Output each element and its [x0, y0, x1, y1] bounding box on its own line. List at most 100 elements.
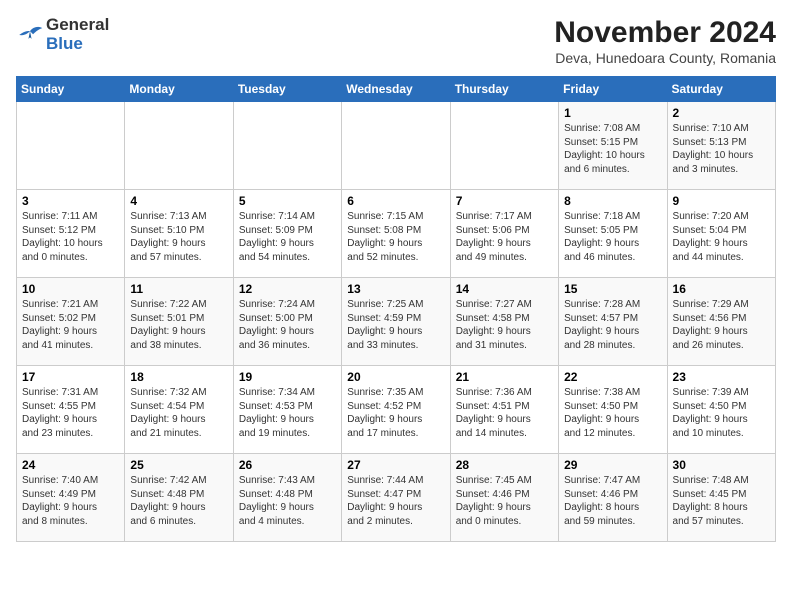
- calendar-cell: 7 Sunrise: 7:17 AM Sunset: 5:06 PM Daylig…: [450, 190, 558, 278]
- calendar-cell: 3 Sunrise: 7:11 AM Sunset: 5:12 PM Daylig…: [17, 190, 125, 278]
- month-title: November 2024: [554, 16, 776, 50]
- header-sunday: Sunday: [17, 77, 125, 102]
- day-number: 22: [564, 370, 661, 384]
- calendar-cell: 30 Sunrise: 7:48 AM Sunset: 4:45 PM Dayli…: [667, 454, 775, 542]
- day-info: Sunrise: 7:13 AM Sunset: 5:10 PM Dayligh…: [130, 210, 227, 264]
- calendar-cell: 17Sunrise: 7:31 AM Sunset: 4:55 PM Dayli…: [17, 366, 125, 454]
- calendar-cell: [342, 102, 450, 190]
- day-info: Sunrise: 7:11 AM Sunset: 5:12 PM Dayligh…: [22, 210, 119, 264]
- day-info: Sunrise: 7:21 AM Sunset: 5:02 PM Dayligh…: [22, 298, 119, 352]
- day-info: Sunrise: 7:35 AM Sunset: 4:52 PM Dayligh…: [347, 386, 444, 440]
- day-number: 18: [130, 370, 227, 384]
- calendar-cell: 19 Sunrise: 7:34 AM Sunset: 4:53 PM Dayli…: [233, 366, 341, 454]
- logo-general: General: [46, 16, 109, 35]
- calendar-cell: 13 Sunrise: 7:25 AM Sunset: 4:59 PM Dayli…: [342, 278, 450, 366]
- day-info: Sunrise: 7:25 AM Sunset: 4:59 PM Dayligh…: [347, 298, 444, 352]
- day-number: 12: [239, 282, 336, 296]
- day-number: 10: [22, 282, 119, 296]
- day-info: Sunrise: 7:32 AM Sunset: 4:54 PM Dayligh…: [130, 386, 227, 440]
- day-number: 8: [564, 194, 661, 208]
- calendar-cell: [17, 102, 125, 190]
- day-number: 13: [347, 282, 444, 296]
- calendar-cell: 23 Sunrise: 7:39 AM Sunset: 4:50 PM Dayli…: [667, 366, 775, 454]
- day-info: Sunrise: 7:29 AM Sunset: 4:56 PM Dayligh…: [673, 298, 770, 352]
- day-number: 23: [673, 370, 770, 384]
- day-number: 11: [130, 282, 227, 296]
- calendar-cell: 11Sunrise: 7:22 AM Sunset: 5:01 PM Dayli…: [125, 278, 233, 366]
- day-info: Sunrise: 7:27 AM Sunset: 4:58 PM Dayligh…: [456, 298, 553, 352]
- day-number: 9: [673, 194, 770, 208]
- calendar-cell: 12 Sunrise: 7:24 AM Sunset: 5:00 PM Dayli…: [233, 278, 341, 366]
- logo: General Blue: [16, 16, 109, 53]
- calendar-cell: 8 Sunrise: 7:18 AM Sunset: 5:05 PM Daylig…: [559, 190, 667, 278]
- day-info: Sunrise: 7:24 AM Sunset: 5:00 PM Dayligh…: [239, 298, 336, 352]
- day-info: Sunrise: 7:45 AM Sunset: 4:46 PM Dayligh…: [456, 474, 553, 528]
- calendar-cell: 26 Sunrise: 7:43 AM Sunset: 4:48 PM Dayli…: [233, 454, 341, 542]
- day-number: 30: [673, 458, 770, 472]
- day-info: Sunrise: 7:44 AM Sunset: 4:47 PM Dayligh…: [347, 474, 444, 528]
- day-number: 25: [130, 458, 227, 472]
- day-number: 26: [239, 458, 336, 472]
- day-info: Sunrise: 7:08 AM Sunset: 5:15 PM Dayligh…: [564, 122, 661, 176]
- day-info: Sunrise: 7:17 AM Sunset: 5:06 PM Dayligh…: [456, 210, 553, 264]
- day-number: 2: [673, 106, 770, 120]
- day-info: Sunrise: 7:48 AM Sunset: 4:45 PM Dayligh…: [673, 474, 770, 528]
- day-number: 28: [456, 458, 553, 472]
- day-info: Sunrise: 7:20 AM Sunset: 5:04 PM Dayligh…: [673, 210, 770, 264]
- day-info: Sunrise: 7:39 AM Sunset: 4:50 PM Dayligh…: [673, 386, 770, 440]
- calendar-cell: [450, 102, 558, 190]
- calendar-cell: 16 Sunrise: 7:29 AM Sunset: 4:56 PM Dayli…: [667, 278, 775, 366]
- day-info: Sunrise: 7:15 AM Sunset: 5:08 PM Dayligh…: [347, 210, 444, 264]
- day-info: Sunrise: 7:28 AM Sunset: 4:57 PM Dayligh…: [564, 298, 661, 352]
- day-number: 3: [22, 194, 119, 208]
- day-info: Sunrise: 7:38 AM Sunset: 4:50 PM Dayligh…: [564, 386, 661, 440]
- calendar-cell: 18 Sunrise: 7:32 AM Sunset: 4:54 PM Dayli…: [125, 366, 233, 454]
- header-wednesday: Wednesday: [342, 77, 450, 102]
- day-number: 21: [456, 370, 553, 384]
- day-number: 29: [564, 458, 661, 472]
- header: General Blue November 2024 Deva, Hunedoa…: [16, 16, 776, 66]
- day-info: Sunrise: 7:36 AM Sunset: 4:51 PM Dayligh…: [456, 386, 553, 440]
- calendar-week-5: 24 Sunrise: 7:40 AM Sunset: 4:49 PM Dayli…: [17, 454, 776, 542]
- calendar-cell: 15 Sunrise: 7:28 AM Sunset: 4:57 PM Dayli…: [559, 278, 667, 366]
- calendar-week-1: 1Sunrise: 7:08 AM Sunset: 5:15 PM Daylig…: [17, 102, 776, 190]
- day-info: Sunrise: 7:47 AM Sunset: 4:46 PM Dayligh…: [564, 474, 661, 528]
- day-number: 6: [347, 194, 444, 208]
- calendar-cell: 22 Sunrise: 7:38 AM Sunset: 4:50 PM Dayli…: [559, 366, 667, 454]
- day-info: Sunrise: 7:43 AM Sunset: 4:48 PM Dayligh…: [239, 474, 336, 528]
- calendar-cell: 6 Sunrise: 7:15 AM Sunset: 5:08 PM Daylig…: [342, 190, 450, 278]
- day-info: Sunrise: 7:14 AM Sunset: 5:09 PM Dayligh…: [239, 210, 336, 264]
- day-number: 15: [564, 282, 661, 296]
- day-number: 16: [673, 282, 770, 296]
- header-thursday: Thursday: [450, 77, 558, 102]
- calendar-cell: 20Sunrise: 7:35 AM Sunset: 4:52 PM Dayli…: [342, 366, 450, 454]
- calendar-cell: 29 Sunrise: 7:47 AM Sunset: 4:46 PM Dayli…: [559, 454, 667, 542]
- header-saturday: Saturday: [667, 77, 775, 102]
- calendar-week-2: 3 Sunrise: 7:11 AM Sunset: 5:12 PM Daylig…: [17, 190, 776, 278]
- calendar-week-3: 10 Sunrise: 7:21 AM Sunset: 5:02 PM Dayli…: [17, 278, 776, 366]
- day-number: 19: [239, 370, 336, 384]
- calendar-cell: 25Sunrise: 7:42 AM Sunset: 4:48 PM Dayli…: [125, 454, 233, 542]
- calendar-header-row: SundayMondayTuesdayWednesdayThursdayFrid…: [17, 77, 776, 102]
- day-number: 5: [239, 194, 336, 208]
- day-info: Sunrise: 7:34 AM Sunset: 4:53 PM Dayligh…: [239, 386, 336, 440]
- calendar-cell: 2 Sunrise: 7:10 AM Sunset: 5:13 PM Daylig…: [667, 102, 775, 190]
- day-info: Sunrise: 7:18 AM Sunset: 5:05 PM Dayligh…: [564, 210, 661, 264]
- day-number: 4: [130, 194, 227, 208]
- day-number: 24: [22, 458, 119, 472]
- day-number: 27: [347, 458, 444, 472]
- header-tuesday: Tuesday: [233, 77, 341, 102]
- calendar-cell: [125, 102, 233, 190]
- logo-icon: [16, 25, 44, 45]
- calendar-table: SundayMondayTuesdayWednesdayThursdayFrid…: [16, 76, 776, 542]
- calendar-cell: [233, 102, 341, 190]
- day-number: 7: [456, 194, 553, 208]
- calendar-cell: 14Sunrise: 7:27 AM Sunset: 4:58 PM Dayli…: [450, 278, 558, 366]
- title-area: November 2024 Deva, Hunedoara County, Ro…: [554, 16, 776, 66]
- day-info: Sunrise: 7:10 AM Sunset: 5:13 PM Dayligh…: [673, 122, 770, 176]
- calendar-cell: 10 Sunrise: 7:21 AM Sunset: 5:02 PM Dayli…: [17, 278, 125, 366]
- calendar-cell: 1Sunrise: 7:08 AM Sunset: 5:15 PM Daylig…: [559, 102, 667, 190]
- calendar-cell: 9 Sunrise: 7:20 AM Sunset: 5:04 PM Daylig…: [667, 190, 775, 278]
- calendar-cell: 28 Sunrise: 7:45 AM Sunset: 4:46 PM Dayli…: [450, 454, 558, 542]
- day-info: Sunrise: 7:40 AM Sunset: 4:49 PM Dayligh…: [22, 474, 119, 528]
